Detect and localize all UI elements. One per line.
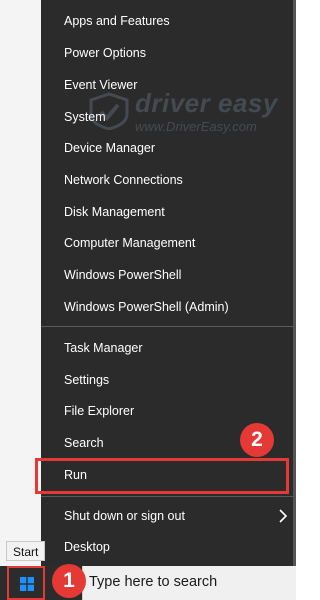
menu-item-settings[interactable]: Settings <box>41 365 293 395</box>
menu-item-file-explorer[interactable]: File Explorer <box>41 396 293 426</box>
desktop-background-strip <box>0 0 41 566</box>
menu-item-device-manager[interactable]: Device Manager <box>41 133 293 163</box>
menu-item-windows-powershell[interactable]: Windows PowerShell <box>41 260 293 290</box>
start-tooltip: Start <box>6 541 46 561</box>
menu-item-windows-powershell-admin[interactable]: Windows PowerShell (Admin) <box>41 292 293 322</box>
menu-item-desktop[interactable]: Desktop <box>41 532 293 562</box>
chevron-right-icon <box>279 509 288 523</box>
taskbar-search-box[interactable]: Type here to search <box>82 566 296 600</box>
menu-item-shut-down-or-sign-out[interactable]: Shut down or sign out <box>41 501 293 531</box>
menu-item-task-manager[interactable]: Task Manager <box>41 333 293 363</box>
step-badge-2: 2 <box>240 423 274 457</box>
screenshot-canvas: Apps and Features Power Options Event Vi… <box>0 0 296 600</box>
menu-item-event-viewer[interactable]: Event Viewer <box>41 70 293 100</box>
menu-item-run[interactable]: Run <box>41 460 293 490</box>
menu-separator <box>41 326 293 327</box>
menu-item-system[interactable]: System <box>41 102 293 132</box>
menu-separator <box>41 496 293 497</box>
step-badge-1: 1 <box>52 564 86 598</box>
windows-logo-icon <box>20 577 34 591</box>
search-placeholder: Type here to search <box>89 574 218 590</box>
menu-item-power-options[interactable]: Power Options <box>41 38 293 68</box>
menu-item-disk-management[interactable]: Disk Management <box>41 197 293 227</box>
menu-item-apps-and-features[interactable]: Apps and Features <box>41 6 293 36</box>
power-user-menu: Apps and Features Power Options Event Vi… <box>41 0 296 566</box>
start-button[interactable] <box>7 566 45 600</box>
menu-item-computer-management[interactable]: Computer Management <box>41 228 293 258</box>
menu-item-network-connections[interactable]: Network Connections <box>41 165 293 195</box>
